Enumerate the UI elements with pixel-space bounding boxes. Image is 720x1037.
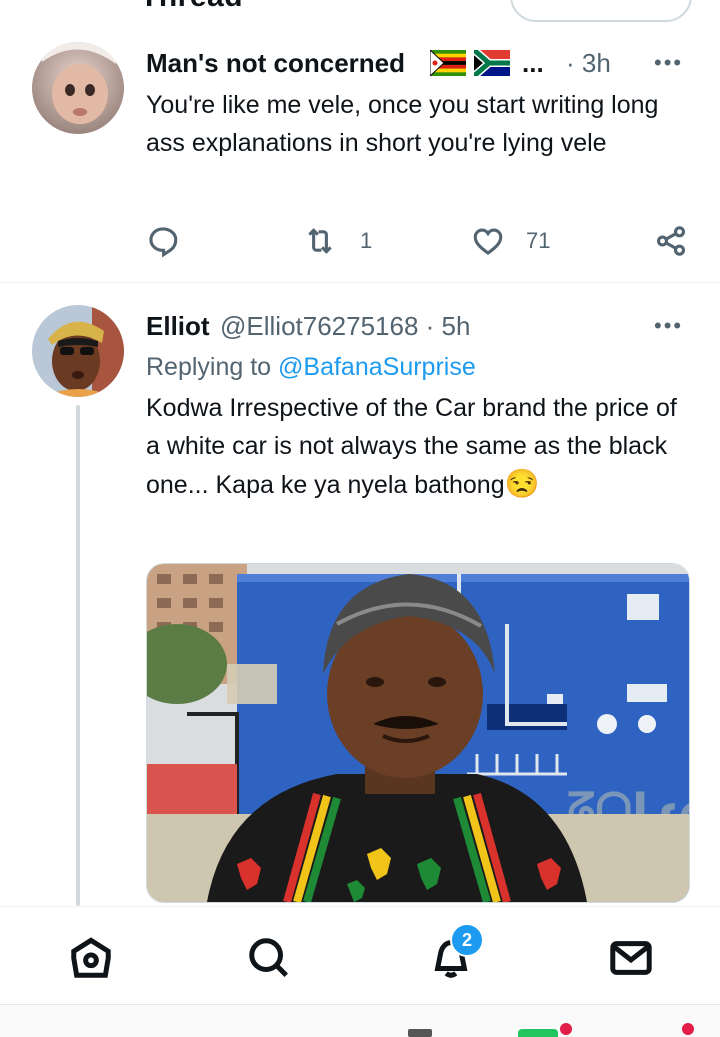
retweet-button[interactable]: 1 (302, 224, 372, 258)
tweet-text: You're like me vele, once you start writ… (146, 91, 659, 157)
tweet-1[interactable]: Man's not concerned ... · 3h ••• You're … (0, 30, 720, 280)
more-options-icon[interactable]: ••• (654, 50, 683, 76)
share-button[interactable] (654, 224, 688, 258)
messages-icon (610, 941, 652, 975)
reply-button[interactable] (146, 224, 180, 258)
man-avatar-image (32, 305, 124, 397)
home-tab[interactable] (68, 935, 114, 986)
page-title: Thread (140, 0, 243, 14)
display-name[interactable]: Man's not concerned (146, 48, 405, 79)
tweet-text: Kodwa Irrespective of the Car brand the … (146, 389, 691, 504)
notification-count-badge: 2 (450, 923, 484, 957)
replying-to: Replying to @BafanaSurprise (146, 353, 476, 382)
zimbabwe-flag-icon (430, 50, 466, 76)
thread-line (76, 405, 80, 906)
search-tab[interactable] (246, 935, 292, 986)
search-icon (249, 938, 289, 978)
avatar[interactable] (32, 42, 124, 134)
name-flags (430, 50, 510, 76)
video-frame-image: ᘔᗝᒪᔕ (147, 564, 689, 902)
tweet-text-content: Kodwa Irrespective of the Car brand the … (146, 394, 677, 499)
display-name[interactable]: Elliot (146, 311, 210, 342)
avatar[interactable] (32, 305, 124, 397)
retweet-icon (308, 228, 332, 254)
system-notification-dot (682, 1023, 694, 1035)
more-options-icon[interactable]: ••• (654, 313, 683, 339)
handle-timestamp[interactable]: @Elliot76275168 · 5h (220, 311, 470, 342)
like-icon (473, 228, 503, 255)
replying-to-label: Replying to (146, 353, 279, 381)
tweet-video-thumbnail[interactable]: ᘔᗝᒪᔕ (146, 563, 690, 903)
reply-icon (149, 227, 178, 258)
notifications-tab[interactable]: 2 (428, 923, 484, 986)
header-pill-button[interactable] (510, 0, 692, 22)
like-count: 71 (526, 228, 551, 253)
system-notification-dot (560, 1023, 572, 1035)
unamused-emoji: 😒 (504, 468, 540, 499)
timestamp[interactable]: · 3h (566, 48, 611, 79)
home-icon (71, 937, 111, 978)
replying-to-link[interactable]: @BafanaSurprise (278, 353, 476, 381)
messages-tab[interactable] (608, 935, 654, 986)
baby-avatar-image (32, 42, 124, 134)
south-africa-flag-icon (474, 50, 510, 76)
system-bar (0, 1004, 720, 1037)
tweet-2[interactable]: Elliot @Elliot76275168 · 5h ••• Replying… (0, 283, 720, 906)
retweet-count: 1 (360, 228, 373, 253)
bottom-navigation: 2 (0, 906, 720, 1005)
name-ellipsis: ... (522, 48, 544, 78)
like-button[interactable]: 71 (470, 224, 550, 258)
share-icon (656, 226, 686, 256)
top-header: Thread (0, 0, 720, 24)
